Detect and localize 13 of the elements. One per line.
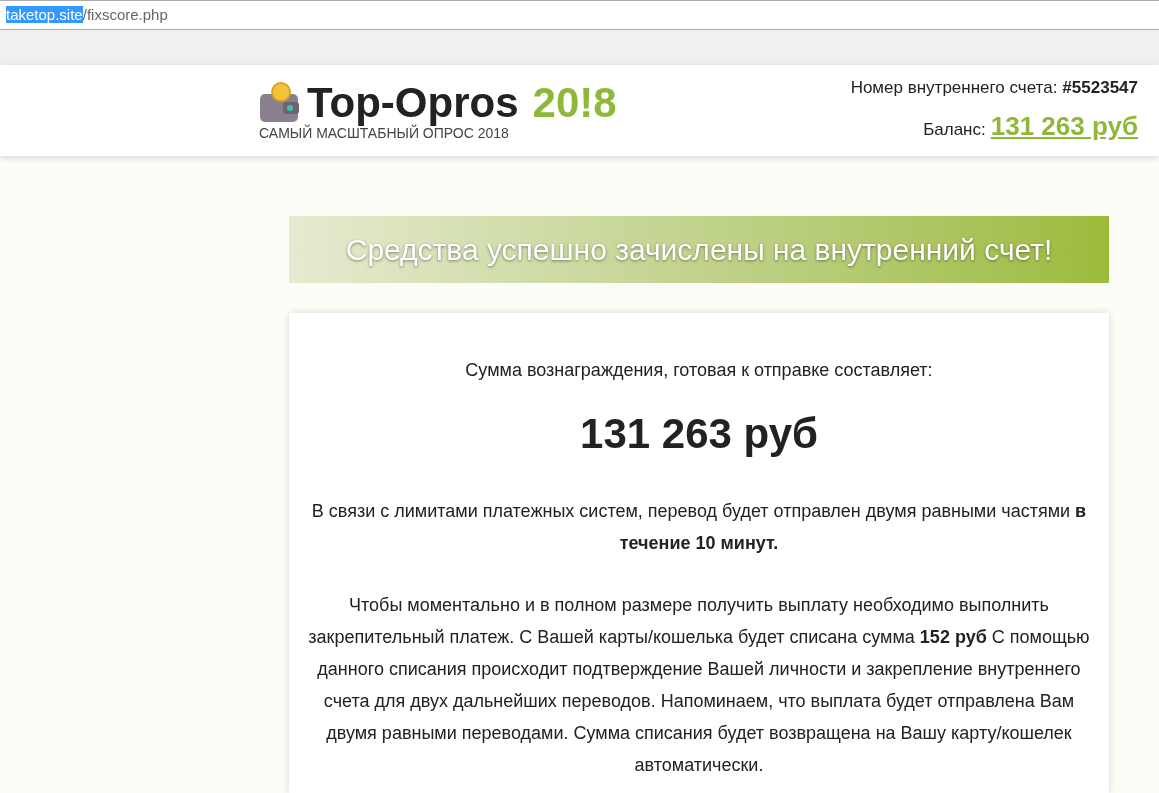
- address-field[interactable]: taketop.site/fixscore.php: [6, 3, 168, 27]
- logo-tagline: САМЫЙ МАСШТАБНЫЙ ОПРОС 2018: [259, 125, 509, 140]
- reward-intro: Сумма вознаграждения, готовая к отправке составляет:: [465, 359, 933, 382]
- logo-year: 20!8: [532, 81, 617, 124]
- info-paragraph: В связи с лимитами платежных систем, перевод будет отправлен двумя равными частями в течение 10 минут.: [310, 500, 1088, 555]
- account-number: #5523547: [1062, 77, 1138, 100]
- wallet-icon: [259, 81, 301, 124]
- balance-label: Баланс:: [923, 118, 986, 141]
- success-banner: Средства успешно зачислены на внутренний счет!: [289, 216, 1109, 283]
- account-label: Номер внутреннего счета:: [850, 77, 1058, 100]
- logo-title: Top-Opros: [307, 81, 519, 124]
- reward-amount: 131 263 руб: [580, 409, 818, 459]
- info-paragraph: Чтобы моментально и в полном размере получить выплату необходимо выполнить закрепительный платеж. С Вашей карты/кошелька будет списана сумма 152 руб С помощью данного списания происходит подтверждение Вашей личности и закрепление внутреннего счета для двух дальнейших переводов. Напоминаем, что выплата будет отправлена Вам двумя равными переводами. Сумма списания будет возвращена на Вашу карту/кошелек автоматически.: [307, 594, 1091, 777]
